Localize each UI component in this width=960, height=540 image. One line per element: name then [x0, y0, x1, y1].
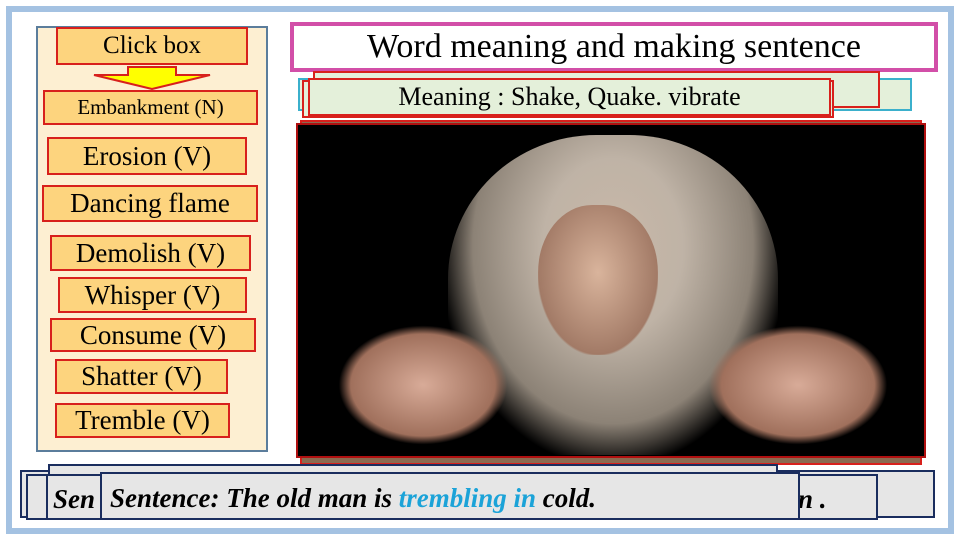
word-embankment[interactable]: Embankment (N)	[43, 90, 258, 125]
sentence-back-prefix: Sen	[53, 484, 96, 514]
word-consume[interactable]: Consume (V)	[50, 318, 256, 352]
page-title: Word meaning and making sentence	[290, 22, 938, 72]
sentence-highlight: trembling in	[398, 483, 537, 513]
sentence-suffix: cold.	[536, 483, 597, 513]
sentence-prefix: Sentence: The old man is	[110, 483, 399, 513]
arrow-down-icon	[93, 66, 211, 90]
word-shatter[interactable]: Shatter (V)	[55, 359, 228, 394]
sentence-back-suffix: n .	[798, 484, 827, 514]
meaning-text: Meaning : Shake, Quake. vibrate	[308, 78, 831, 116]
word-erosion[interactable]: Erosion (V)	[47, 137, 247, 175]
word-demolish[interactable]: Demolish (V)	[50, 235, 251, 271]
old-woman-image	[296, 123, 926, 458]
click-box-header: Click box	[56, 27, 248, 65]
word-dancing-flame[interactable]: Dancing flame	[42, 185, 258, 222]
word-whisper[interactable]: Whisper (V)	[58, 277, 247, 313]
sentence-text: Sentence: The old man is trembling in co…	[100, 472, 800, 520]
word-tremble[interactable]: Tremble (V)	[55, 403, 230, 438]
